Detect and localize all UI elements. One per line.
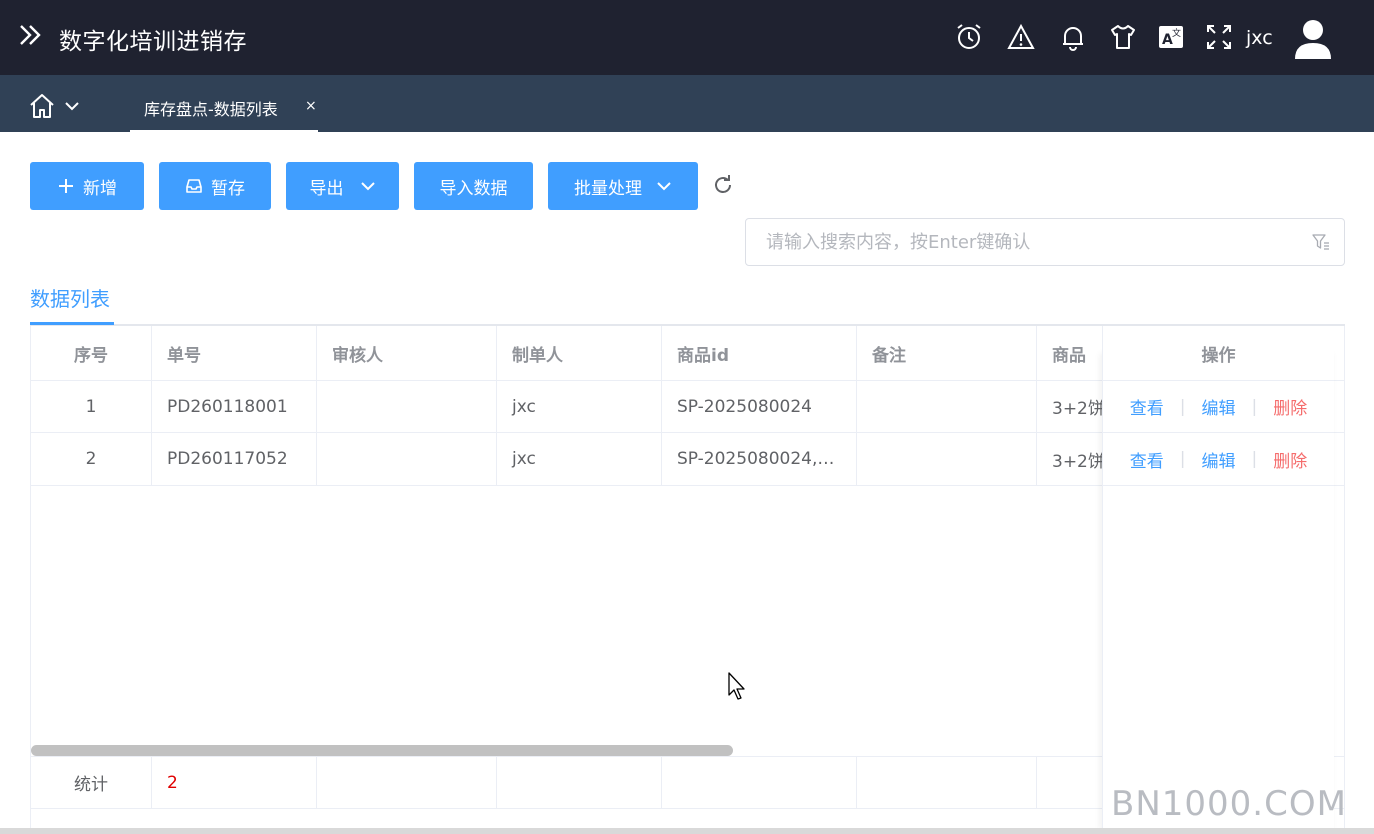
alarm-clock-icon[interactable] <box>954 22 984 52</box>
delete-link[interactable]: 删除 <box>1273 447 1307 472</box>
cell-index: 1 <box>31 381 152 432</box>
horizontal-scrollbar[interactable] <box>31 745 733 756</box>
total-count: 2 <box>152 757 317 808</box>
translate-icon[interactable]: A文 <box>1156 22 1186 52</box>
footer-cell <box>662 757 857 808</box>
column-header[interactable]: 备注 <box>857 326 1037 380</box>
fullscreen-icon[interactable] <box>1204 22 1234 52</box>
cell-remark <box>857 433 1037 485</box>
row-actions: 查看 | 编辑 | 删除 <box>1102 433 1334 486</box>
column-header-actions: 操作 <box>1102 326 1334 381</box>
separator: | <box>1251 449 1258 469</box>
warning-icon[interactable] <box>1006 22 1036 52</box>
edit-link[interactable]: 编辑 <box>1202 447 1236 472</box>
chevron-down-icon <box>360 182 375 191</box>
delete-link[interactable]: 删除 <box>1273 394 1307 419</box>
top-bar: 数字化培训进销存 A文 jxc <box>0 0 1374 75</box>
cell-product-id: SP-2025080024,… <box>662 433 857 485</box>
plus-icon <box>59 179 73 193</box>
total-label: 统计 <box>31 757 152 808</box>
view-link[interactable]: 查看 <box>1130 447 1164 472</box>
cell-product-id: SP-2025080024 <box>662 381 857 432</box>
footer-cell <box>317 757 497 808</box>
add-button-label: 新增 <box>83 178 117 199</box>
refresh-icon[interactable] <box>711 173 735 197</box>
cell-order-no: PD260118001 <box>152 381 317 432</box>
tab-label: 库存盘点-数据列表 <box>144 100 278 119</box>
add-button[interactable]: 新增 <box>30 162 144 210</box>
draft-button-label: 暂存 <box>211 178 245 199</box>
tshirt-icon[interactable] <box>1108 22 1138 52</box>
inbox-icon <box>186 179 202 193</box>
export-button-label: 导出 <box>309 178 344 199</box>
column-header[interactable]: 商品id <box>662 326 857 380</box>
row-actions: 查看 | 编辑 | 删除 <box>1102 381 1334 433</box>
chevron-down-icon <box>657 182 671 191</box>
cell-index: 2 <box>31 433 152 485</box>
search-box <box>745 218 1345 266</box>
separator: | <box>1251 396 1258 417</box>
separator: | <box>1179 396 1186 417</box>
cell-maker: jxc <box>497 433 662 485</box>
separator: | <box>1179 449 1186 469</box>
cell-remark <box>857 381 1037 432</box>
tab-close-icon[interactable]: × <box>305 98 317 114</box>
tab-active-indicator <box>30 322 114 325</box>
search-input[interactable] <box>766 229 1306 255</box>
chevrons-right-icon[interactable] <box>18 22 44 48</box>
cell-order-no: PD260117052 <box>152 433 317 485</box>
page-bottom-edge <box>0 828 1374 834</box>
tab-data-list[interactable]: 数据列表 <box>30 283 110 312</box>
footer-cell <box>857 757 1037 808</box>
user-name[interactable]: jxc <box>1246 27 1273 49</box>
cell-auditor <box>317 433 497 485</box>
column-header[interactable]: 单号 <box>152 326 317 380</box>
column-header[interactable]: 制单人 <box>497 326 662 380</box>
bell-icon[interactable] <box>1058 22 1088 52</box>
footer-cell <box>497 757 662 808</box>
avatar-icon[interactable] <box>1293 17 1333 61</box>
edit-link[interactable]: 编辑 <box>1202 394 1236 419</box>
draft-button[interactable]: 暂存 <box>159 162 271 210</box>
import-button-label: 导入数据 <box>439 178 508 199</box>
tab-bar: 库存盘点-数据列表 × <box>0 75 1374 132</box>
home-tab[interactable] <box>28 92 88 120</box>
column-header[interactable]: 序号 <box>31 326 152 380</box>
import-data-button[interactable]: 导入数据 <box>414 162 533 210</box>
mouse-cursor-icon <box>728 672 745 700</box>
column-header[interactable]: 审核人 <box>317 326 497 380</box>
tab-inventory-count[interactable]: 库存盘点-数据列表 × <box>130 75 318 132</box>
export-dropdown-button[interactable]: 导出 <box>286 162 399 210</box>
svg-text:文: 文 <box>1172 27 1181 39</box>
batch-button-label: 批量处理 <box>574 178 642 199</box>
cell-auditor <box>317 381 497 432</box>
watermark: BN1000.COM <box>1111 784 1347 824</box>
view-link[interactable]: 查看 <box>1130 394 1164 419</box>
cell-maker: jxc <box>497 381 662 432</box>
filter-icon[interactable] <box>1312 233 1330 251</box>
home-icon <box>30 94 54 118</box>
chevron-down-icon <box>65 102 79 111</box>
app-title: 数字化培训进销存 <box>59 29 247 55</box>
batch-process-dropdown-button[interactable]: 批量处理 <box>548 162 698 210</box>
